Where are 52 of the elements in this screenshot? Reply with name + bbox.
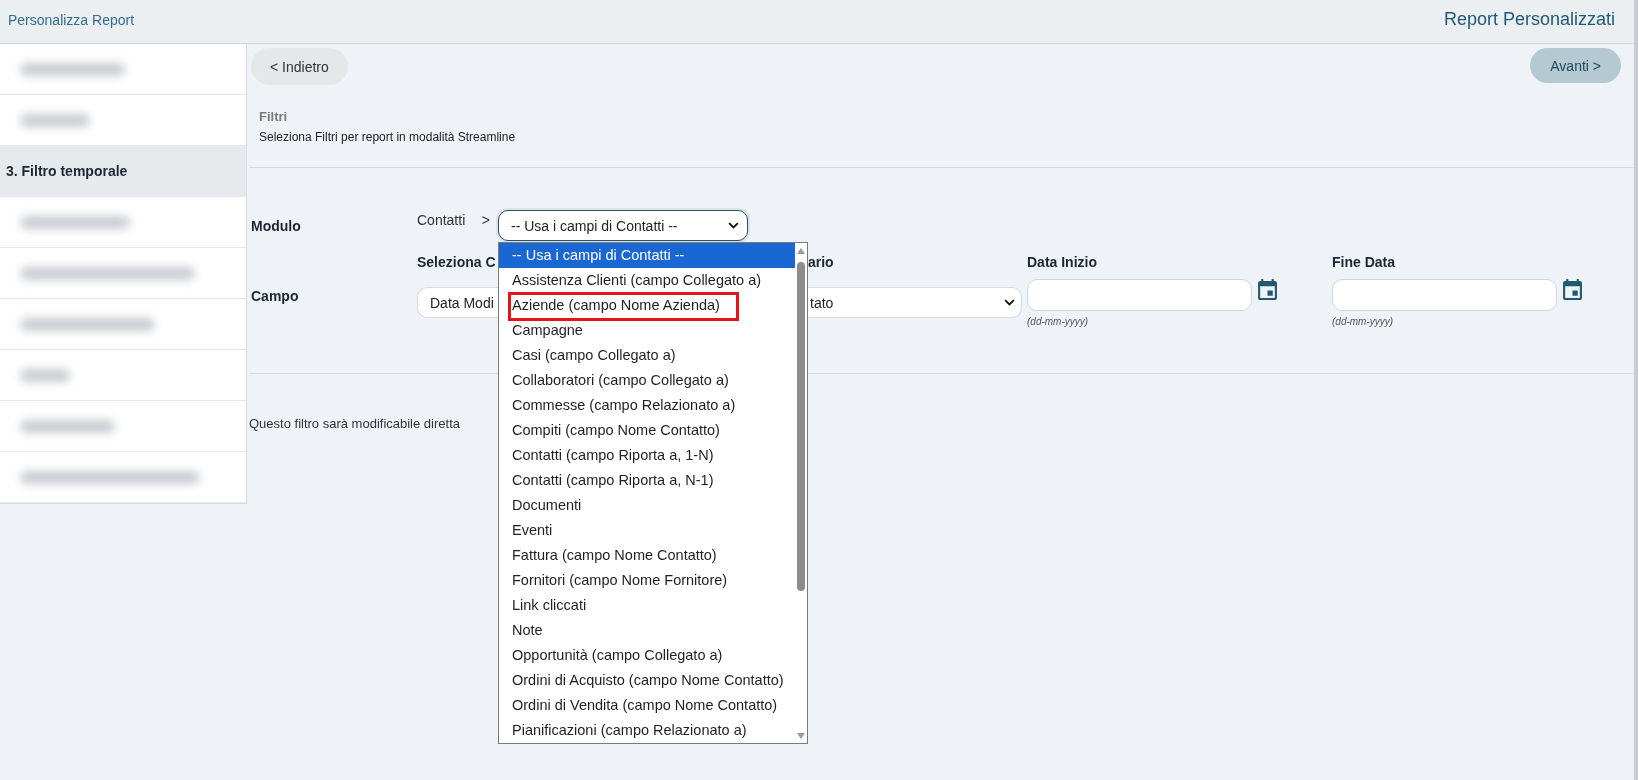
dropdown-option[interactable]: Casi (campo Collegato a) [499, 343, 795, 368]
calendar-icon[interactable] [1258, 279, 1277, 300]
field-select[interactable]: Data Modi [417, 287, 498, 318]
next-button[interactable]: Avanti > [1530, 48, 1621, 83]
module-name: Contatti [417, 211, 466, 229]
scroll-down-icon[interactable] [797, 733, 805, 739]
column-heading: Fine Data [1332, 253, 1395, 271]
dropdown-option[interactable]: Ordini di Vendita (campo Nome Contatto) [499, 693, 795, 718]
dropdown-option[interactable]: Assistenza Clienti (campo Collegato a) [499, 268, 795, 293]
dropdown-option[interactable]: Pianificazioni (campo Relazionato a) [499, 718, 795, 743]
info-text: Questo filtro sarà modificabile diretta [249, 415, 460, 433]
field-label: Modulo [251, 217, 301, 236]
date-input[interactable] [1027, 279, 1252, 311]
scroll-up-icon[interactable] [797, 248, 805, 254]
column-heading: ario [808, 253, 834, 271]
section-title: Report Personalizzati [1443, 9, 1615, 30]
chevron-down-icon [728, 222, 739, 229]
dropdown-option[interactable]: Contatti (campo Riporta a, 1-N) [499, 443, 795, 468]
date-format-hint: (dd-mm-yyyy) [1027, 316, 1090, 328]
path-separator: > [481, 211, 490, 229]
module-select[interactable]: -- Usa i campi di Contatti -- [498, 210, 748, 241]
blurred-text [20, 113, 90, 127]
field-label: Campo [251, 287, 299, 306]
section-heading: Filtri [259, 109, 288, 125]
dropdown-option[interactable]: Compiti (campo Nome Contatto) [499, 418, 795, 443]
date-format-hint: (dd-mm-yyyy) [1332, 316, 1395, 328]
dropdown-option[interactable]: Eventi [499, 518, 795, 543]
chevron-down-icon [1004, 299, 1015, 306]
back-button[interactable]: < Indietro [251, 48, 348, 85]
dropdown-option[interactable]: -- Usa i campi di Contatti -- [499, 243, 795, 268]
dropdown-option[interactable]: Collaboratori (campo Collegato a) [499, 368, 795, 393]
scrollbar-thumb[interactable] [797, 262, 805, 591]
range-select[interactable]: tato [808, 287, 1022, 318]
dropdown-option[interactable]: Note [499, 618, 795, 643]
page-title: Personalizza Report [8, 11, 135, 28]
dropdown-option[interactable]: Contatti (campo Riporta a, N-1) [499, 468, 795, 493]
sidebar-item[interactable]: 3. Filtro temporale [0, 146, 246, 197]
dropdown-option[interactable]: Aziende (campo Nome Azienda) [499, 293, 795, 318]
dropdown-option[interactable]: Campagne [499, 318, 795, 343]
column-heading: Data Inizio [1027, 253, 1097, 271]
dropdown-option[interactable]: Ordini di Acquisto (campo Nome Contatto) [499, 668, 795, 693]
column-heading: Seleziona C [417, 253, 496, 271]
dropdown-option[interactable]: Fornitori (campo Nome Fornitore) [499, 568, 795, 593]
dropdown-option[interactable]: Opportunità (campo Collegato a) [499, 643, 795, 668]
dropdown-option[interactable]: Commesse (campo Relazionato a) [499, 393, 795, 418]
calendar-icon[interactable] [1563, 279, 1582, 300]
dropdown-option[interactable]: Documenti [499, 493, 795, 518]
dropdown-option[interactable]: Fattura (campo Nome Contatto) [499, 543, 795, 568]
date-input[interactable] [1332, 279, 1557, 311]
dropdown-option[interactable]: Link cliccati [499, 593, 795, 618]
section-description: Seleziona Filtri per report in modalità Streamline [259, 129, 516, 145]
blurred-text [20, 368, 70, 382]
